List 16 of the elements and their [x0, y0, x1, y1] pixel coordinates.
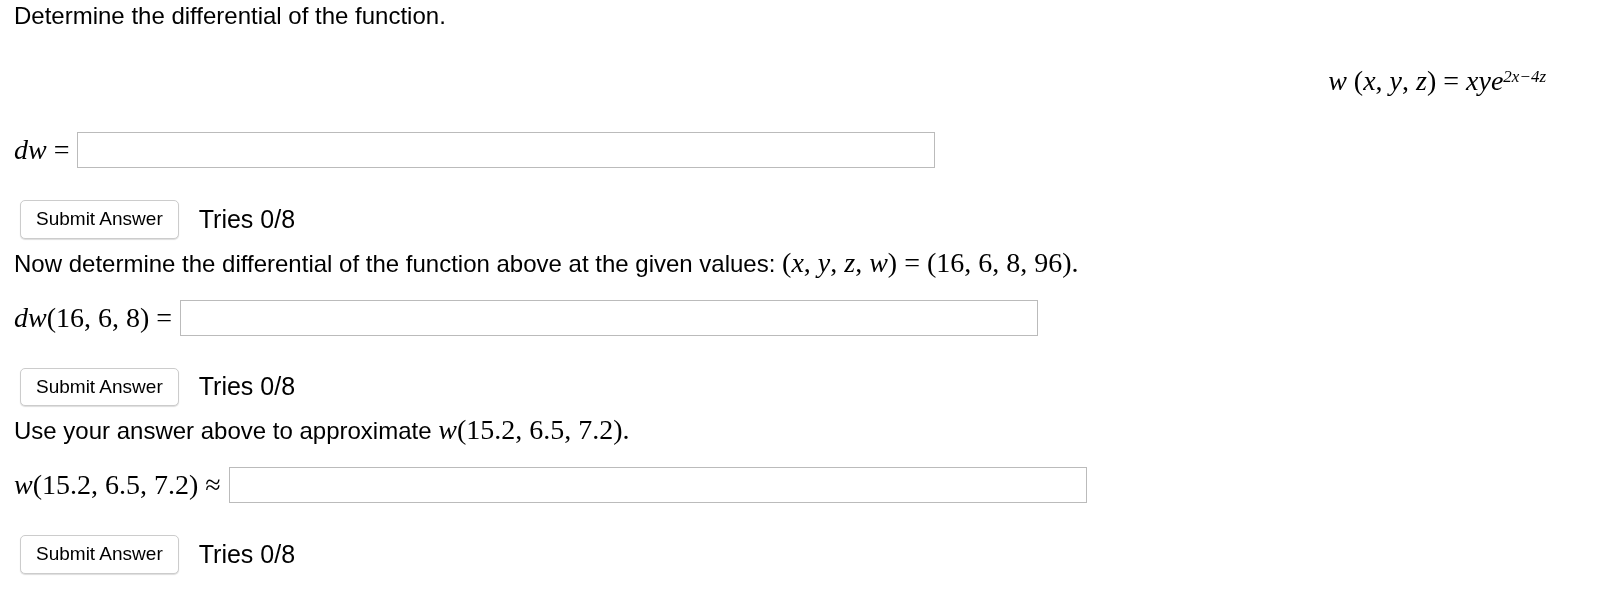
formula: w (x, y, z) = xye$^{2x−4z}$: [1328, 64, 1546, 98]
answer-label: dw(16, 6, 8) =: [14, 300, 173, 335]
question-text: Determine the differential of the function.: [14, 2, 447, 30]
answer-label: dw =: [14, 133, 70, 167]
tries-counter: Tries 0/8: [198, 538, 296, 570]
answer-label: w(15.2, 6.5, 7.2) ≈: [14, 468, 221, 502]
tries-counter: Tries 0/8: [198, 203, 296, 235]
answer-field[interactable]: [180, 299, 1039, 336]
submit-answer-button[interactable]: Submit Answer: [20, 200, 179, 239]
answer-field[interactable]: [228, 467, 1087, 503]
submit-answer-button[interactable]: Submit Answer: [20, 367, 179, 406]
question-text: Use your answer above to approximate w(15.2, 6.5, 7.2).: [14, 413, 631, 447]
submit-answer-button[interactable]: Submit Answer: [20, 535, 179, 574]
question-text: Now determine the differential of the function above at the given values: (x, y, z, w) = (16, 6, 8, 96).: [14, 245, 1080, 280]
answer-field[interactable]: [77, 132, 936, 168]
tries-counter: Tries 0/8: [198, 371, 296, 402]
